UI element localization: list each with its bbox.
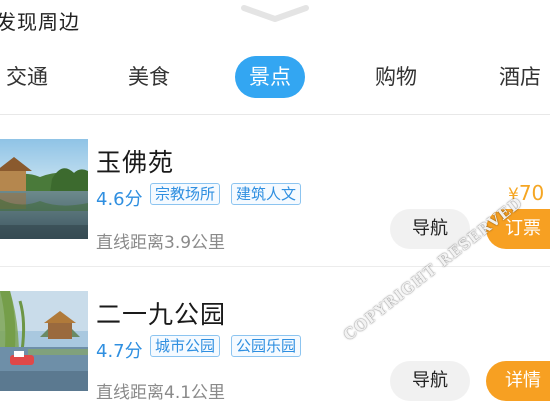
nearby-discovery-page: 发现周边 交通 美食 景点 购物 酒店 玉佛苑 4.6分 宗教场所 建筑人文 直… xyxy=(0,0,550,412)
tab-shopping[interactable]: 购物 xyxy=(375,56,417,98)
attraction-name[interactable]: 二一九公园 xyxy=(96,295,226,331)
tab-transport[interactable]: 交通 xyxy=(6,56,48,98)
tab-hotels[interactable]: 酒店 xyxy=(499,56,541,98)
chevron-down-icon[interactable] xyxy=(240,2,310,24)
category-tag: 公园乐园 xyxy=(231,335,302,357)
attraction-thumbnail xyxy=(0,291,88,391)
attraction-name[interactable]: 玉佛苑 xyxy=(96,143,174,179)
attraction-thumbnail xyxy=(0,139,88,239)
tab-attractions[interactable]: 景点 xyxy=(235,56,305,98)
list-item[interactable]: 二一九公园 4.7分 城市公园 公园乐园 直线距离4.1公里 导航 详情 xyxy=(0,267,550,412)
category-tag: 宗教场所 xyxy=(150,183,221,205)
category-tag: 建筑人文 xyxy=(231,183,302,205)
rating-score: 4.7分 xyxy=(96,341,143,362)
page-title: 发现周边 xyxy=(0,10,80,34)
tab-food[interactable]: 美食 xyxy=(128,56,170,98)
details-button[interactable]: 详情 xyxy=(486,361,550,401)
price-value: 70 xyxy=(518,181,545,205)
navigate-button[interactable]: 导航 xyxy=(390,361,470,401)
category-tabs: 交通 美食 景点 购物 酒店 xyxy=(0,56,550,100)
distance-text: 直线距离3.9公里 xyxy=(96,233,226,253)
category-tag: 城市公园 xyxy=(150,335,221,357)
rating-score: 4.6分 xyxy=(96,189,143,210)
distance-text: 直线距离4.1公里 xyxy=(96,383,226,403)
